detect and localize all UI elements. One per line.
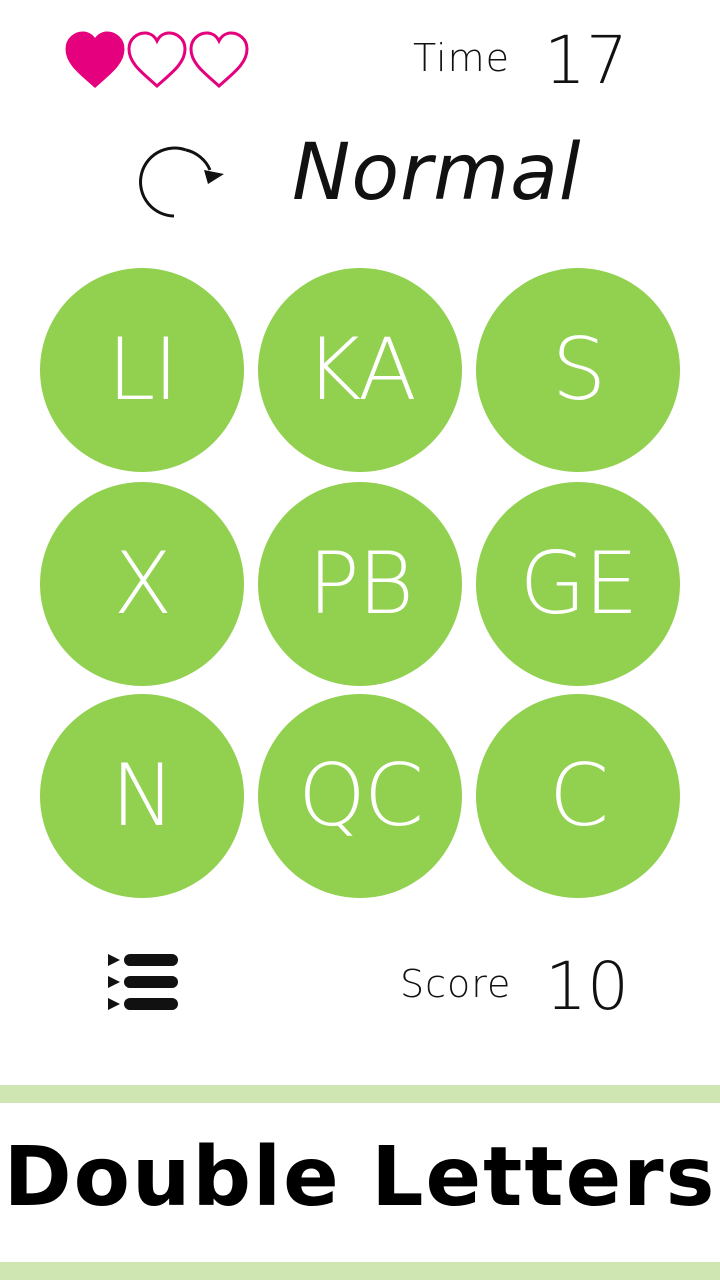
letter-tile[interactable]: GE xyxy=(476,482,680,686)
heart-filled-icon xyxy=(64,30,126,90)
banner-stripe-bottom xyxy=(0,1262,720,1280)
lives-indicator xyxy=(64,30,250,90)
letter-tile[interactable]: X xyxy=(40,482,244,686)
letter-tile[interactable]: N xyxy=(40,694,244,898)
banner-title: Double Letters xyxy=(3,1130,717,1225)
heart-empty-icon xyxy=(188,30,250,90)
letter-tile[interactable]: LI xyxy=(40,268,244,472)
score-value: 10 xyxy=(545,948,629,1025)
letter-tile[interactable]: C xyxy=(476,694,680,898)
letter-grid: LI KA S X PB GE N QC C xyxy=(40,268,680,898)
time-value: 17 xyxy=(544,22,628,99)
heart-empty-icon xyxy=(126,30,188,90)
letter-tile[interactable]: KA xyxy=(258,268,462,472)
letter-tile[interactable]: S xyxy=(476,268,680,472)
letter-tile[interactable]: PB xyxy=(258,482,462,686)
list-menu-icon[interactable] xyxy=(106,952,180,1014)
letter-tile[interactable]: QC xyxy=(258,694,462,898)
time-label: Time xyxy=(413,36,510,80)
restart-icon[interactable] xyxy=(134,136,230,220)
banner-stripe-top xyxy=(0,1085,720,1103)
mode-label[interactable]: Normal xyxy=(292,128,582,218)
score-label: Score xyxy=(400,962,512,1006)
